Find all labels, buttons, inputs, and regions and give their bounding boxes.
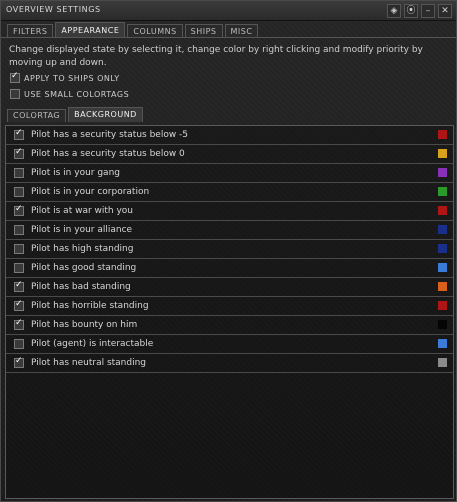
color-swatch[interactable]	[438, 263, 447, 272]
state-label: Pilot (agent) is interactable	[31, 339, 154, 349]
subtab-colortag[interactable]: COLORTAG	[7, 109, 67, 122]
overview-settings-window: OVERVIEW SETTINGS ◈ ⦿ – ✕ FILTERS APPEAR…	[0, 0, 457, 502]
title-bar[interactable]: OVERVIEW SETTINGS ◈ ⦿ – ✕	[1, 1, 456, 21]
color-swatch[interactable]	[438, 168, 447, 177]
tab-ships[interactable]: SHIPS	[184, 24, 223, 38]
state-checkbox[interactable]	[14, 339, 24, 349]
state-checkbox[interactable]	[14, 147, 24, 159]
state-label: Pilot has high standing	[31, 244, 134, 254]
close-icon[interactable]: ✕	[438, 4, 452, 18]
state-label: Pilot is in your corporation	[31, 187, 150, 197]
small-colortags-label: USE SMALL COLORTAGS	[24, 89, 130, 99]
state-label: Pilot has neutral standing	[31, 358, 147, 368]
tab-columns[interactable]: COLUMNS	[127, 24, 183, 38]
color-swatch[interactable]	[438, 187, 447, 196]
state-checkbox[interactable]	[14, 225, 24, 235]
color-swatch[interactable]	[438, 149, 447, 158]
tab-filters[interactable]: FILTERS	[7, 24, 54, 38]
color-swatch[interactable]	[438, 225, 447, 234]
apply-ships-label: APPLY TO SHIPS ONLY	[24, 73, 120, 83]
color-swatch[interactable]	[438, 358, 447, 367]
compact-icon[interactable]: ⦿	[404, 4, 418, 18]
state-row[interactable]: Pilot has bounty on him	[6, 316, 453, 335]
state-checkbox[interactable]	[14, 128, 24, 140]
state-row[interactable]: Pilot has a security status below 0	[6, 145, 453, 164]
state-checkbox[interactable]	[14, 204, 24, 216]
small-colortags-checkbox[interactable]	[10, 89, 20, 99]
state-row[interactable]: Pilot has high standing	[6, 240, 453, 259]
state-checkbox[interactable]	[14, 244, 24, 254]
state-label: Pilot is in your alliance	[31, 225, 133, 235]
state-checkbox[interactable]	[14, 280, 24, 292]
window-title: OVERVIEW SETTINGS	[6, 5, 101, 14]
state-row[interactable]: Pilot is in your alliance	[6, 221, 453, 240]
color-swatch[interactable]	[438, 339, 447, 348]
state-row[interactable]: Pilot has neutral standing	[6, 354, 453, 373]
color-swatch[interactable]	[438, 130, 447, 139]
option-apply-to-ships-only[interactable]: APPLY TO SHIPS ONLY	[10, 71, 120, 83]
minimize-icon[interactable]: –	[421, 4, 435, 18]
state-row[interactable]: Pilot has a security status below -5	[6, 126, 453, 145]
instructions-text: Change displayed state by selecting it, …	[9, 45, 423, 68]
tab-appearance[interactable]: APPEARANCE	[55, 22, 126, 38]
subtab-background[interactable]: BACKGROUND	[68, 107, 143, 122]
state-checkbox[interactable]	[14, 263, 24, 273]
option-use-small-colortags[interactable]: USE SMALL COLORTAGS	[10, 89, 129, 99]
appearance-subtabs: COLORTAG BACKGROUND	[7, 107, 143, 122]
apply-ships-checkbox[interactable]	[10, 71, 20, 83]
state-row[interactable]: Pilot (agent) is interactable	[6, 335, 453, 354]
state-label: Pilot has good standing	[31, 263, 137, 273]
state-checkbox[interactable]	[14, 299, 24, 311]
state-label: Pilot has a security status below -5	[31, 130, 189, 140]
state-label: Pilot is at war with you	[31, 206, 134, 216]
color-swatch[interactable]	[438, 244, 447, 253]
tab-divider	[1, 37, 456, 38]
color-swatch[interactable]	[438, 282, 447, 291]
state-checkbox[interactable]	[14, 318, 24, 330]
state-row[interactable]: Pilot has horrible standing	[6, 297, 453, 316]
tab-misc[interactable]: MISC	[224, 24, 259, 38]
state-label: Pilot has a security status below 0	[31, 149, 185, 159]
window-controls: ◈ ⦿ – ✕	[387, 4, 452, 18]
state-label: Pilot is in your gang	[31, 168, 120, 178]
state-row[interactable]: Pilot is in your gang	[6, 164, 453, 183]
state-label: Pilot has horrible standing	[31, 301, 149, 311]
state-checkbox[interactable]	[14, 356, 24, 368]
state-row[interactable]: Pilot is in your corporation	[6, 183, 453, 202]
state-checkbox[interactable]	[14, 168, 24, 178]
settings-tabs: FILTERS APPEARANCE COLUMNS SHIPS MISC	[7, 22, 259, 38]
state-list: Pilot has a security status below -5 Pil…	[5, 125, 454, 499]
state-label: Pilot has bounty on him	[31, 320, 138, 330]
state-row[interactable]: Pilot has bad standing	[6, 278, 453, 297]
color-swatch[interactable]	[438, 320, 447, 329]
state-row[interactable]: Pilot has good standing	[6, 259, 453, 278]
color-swatch[interactable]	[438, 206, 447, 215]
state-label: Pilot has bad standing	[31, 282, 131, 292]
color-swatch[interactable]	[438, 301, 447, 310]
state-row[interactable]: Pilot is at war with you	[6, 202, 453, 221]
state-checkbox[interactable]	[14, 187, 24, 197]
pin-icon[interactable]: ◈	[387, 4, 401, 18]
